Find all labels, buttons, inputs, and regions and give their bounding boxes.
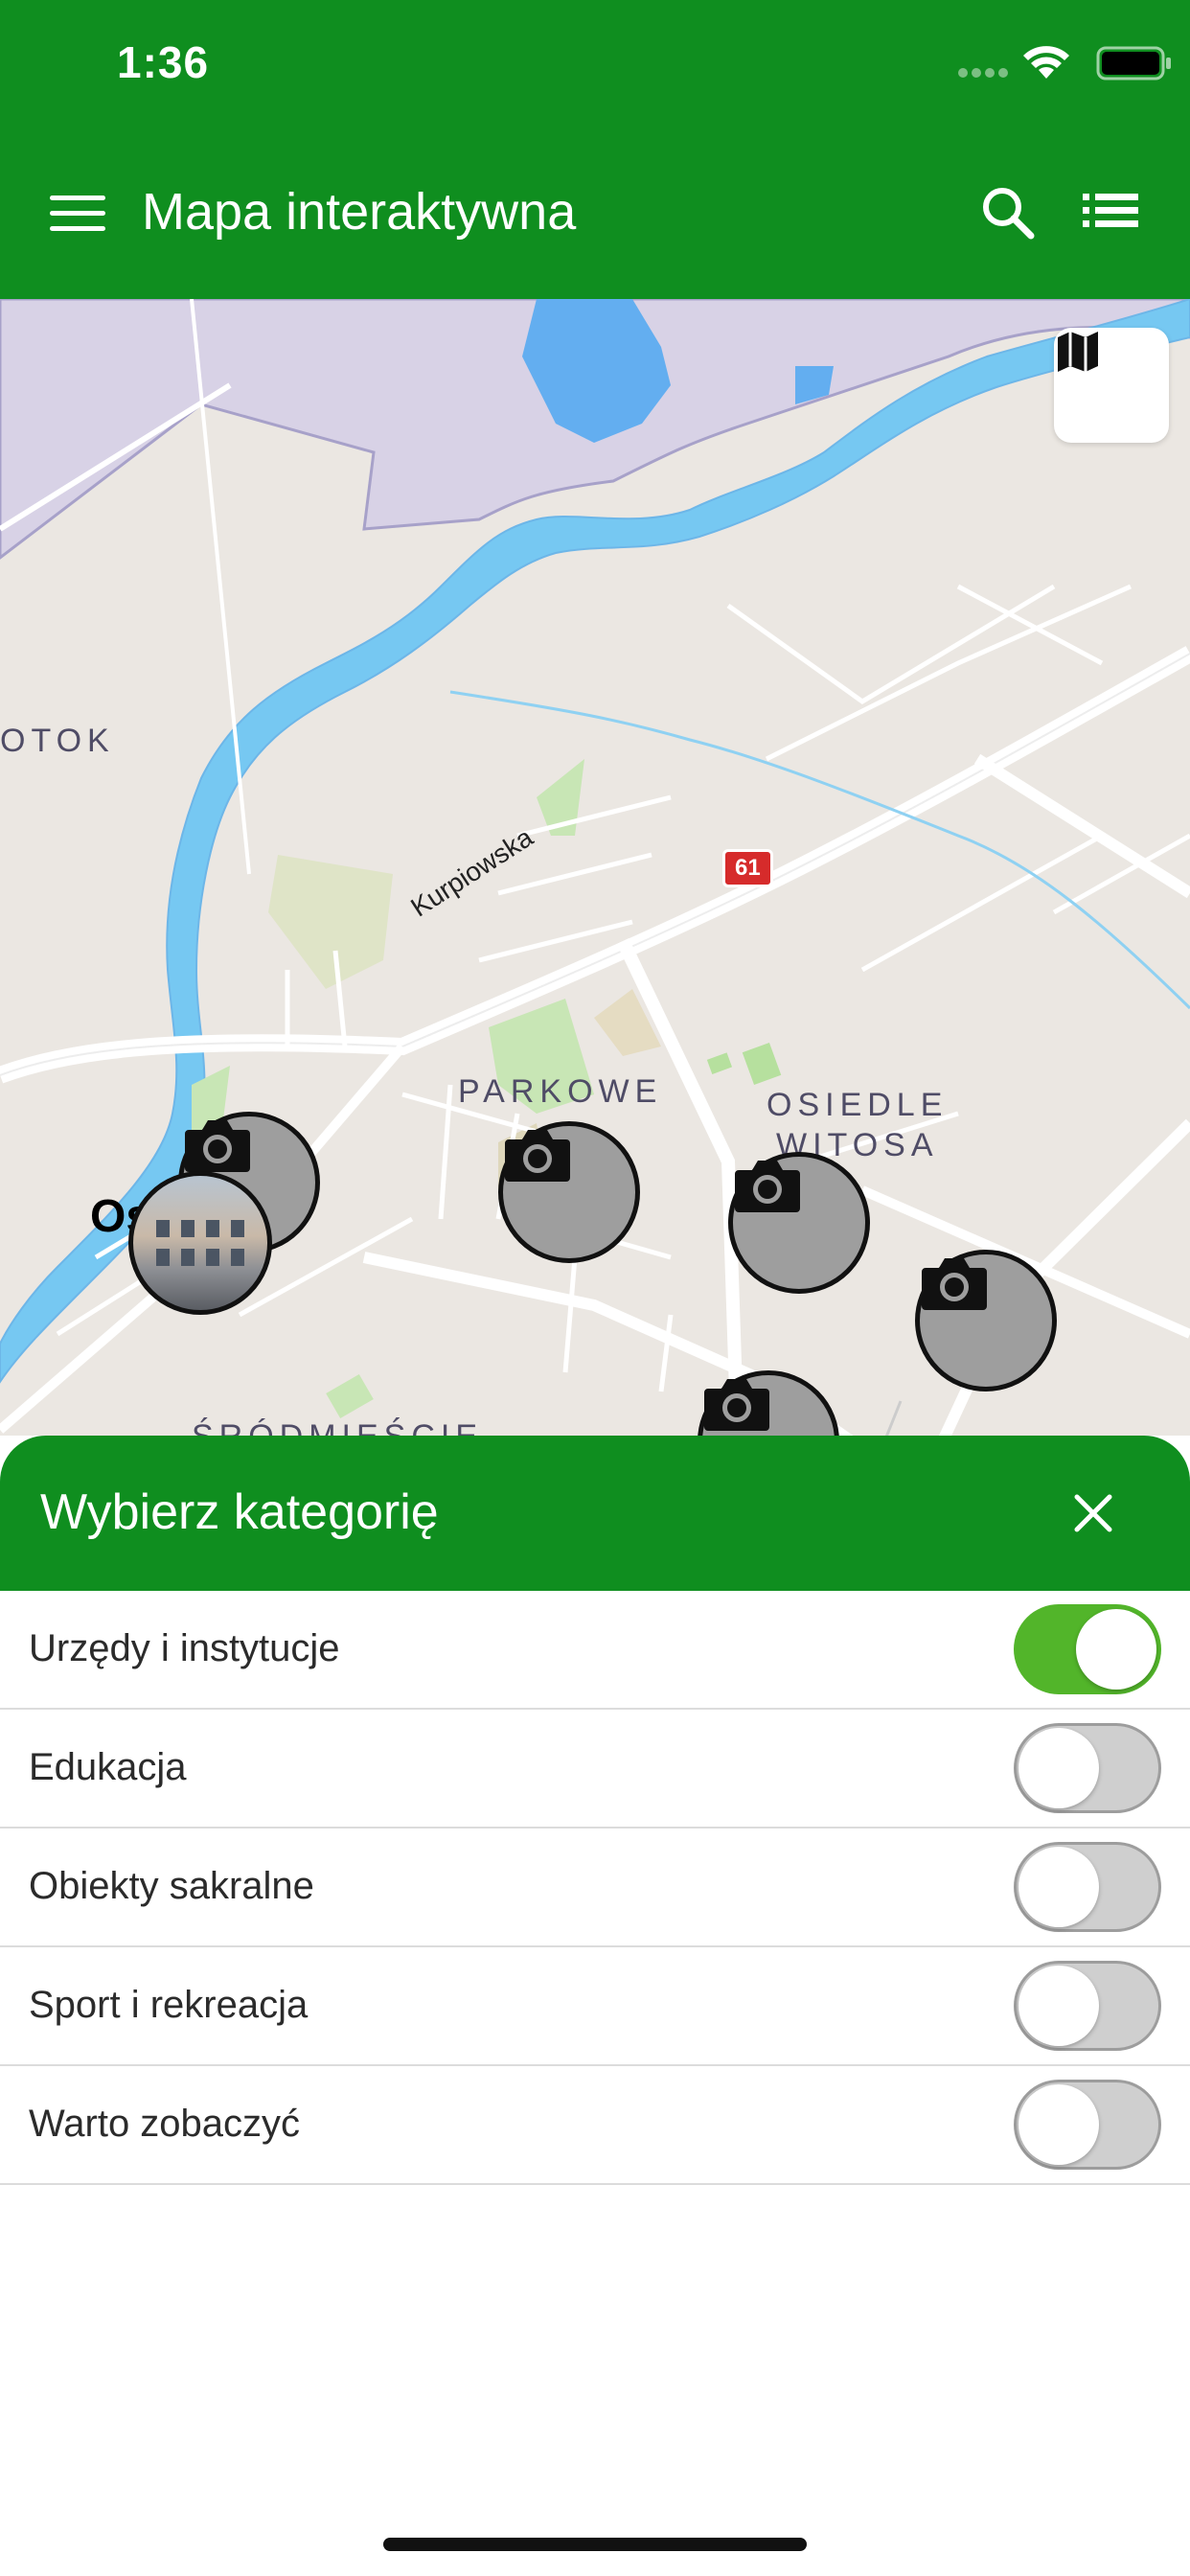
list-item: Urzędy i instytucje	[0, 1591, 1190, 1710]
category-toggle[interactable]	[1014, 1604, 1161, 1694]
home-indicator	[383, 2538, 807, 2551]
camera-icon	[704, 1379, 769, 1431]
status-time: 1:36	[117, 37, 210, 87]
category-label: Sport i rekreacja	[29, 1984, 309, 2026]
category-list: Urzędy i instytucje Edukacja Obiekty sak…	[0, 1591, 1190, 2185]
camera-marker[interactable]	[498, 1121, 640, 1263]
photo-marker[interactable]	[128, 1171, 272, 1315]
app-screen: 1:36 Mapa interaktywna OTOK PARKOWE OSIE…	[0, 0, 1190, 2576]
sheet-title: Wybierz kategorię	[40, 1484, 439, 1540]
list-item: Obiekty sakralne	[0, 1828, 1190, 1947]
battery-icon	[1096, 46, 1171, 80]
category-label: Warto zobaczyć	[29, 2103, 301, 2145]
category-toggle[interactable]	[1014, 2080, 1161, 2170]
camera-icon	[735, 1161, 800, 1212]
sheet-header: Wybierz kategorię	[0, 1436, 1190, 1591]
camera-icon	[922, 1258, 987, 1310]
navigation-row: Mapa interaktywna	[0, 163, 1190, 263]
list-item: Edukacja	[0, 1710, 1190, 1828]
camera-icon	[185, 1120, 250, 1172]
close-icon[interactable]	[1065, 1485, 1121, 1541]
wifi-icon	[1023, 46, 1069, 79]
cellular-signal-icon	[958, 65, 1012, 78]
page-title: Mapa interaktywna	[142, 183, 577, 241]
list-view-icon[interactable]	[1083, 192, 1140, 230]
category-label: Obiekty sakralne	[29, 1865, 314, 1907]
map-label-otok: OTOK	[0, 723, 115, 759]
camera-icon	[505, 1130, 570, 1182]
map-style-button[interactable]	[1054, 328, 1169, 443]
map-label-parkowe: PARKOWE	[458, 1073, 663, 1110]
camera-marker[interactable]	[915, 1250, 1057, 1392]
category-toggle[interactable]	[1014, 1842, 1161, 1932]
category-toggle[interactable]	[1014, 1723, 1161, 1813]
map-icon	[1058, 332, 1098, 372]
map-view[interactable]: OTOK PARKOWE OSIEDLE WITOSA ŚRÓDMIEŚCIE …	[0, 299, 1190, 1449]
top-app-bar: 1:36 Mapa interaktywna	[0, 0, 1190, 299]
road-number-badge: 61	[722, 849, 773, 887]
map-label-osiedle: OSIEDLE	[767, 1087, 949, 1123]
menu-icon[interactable]	[50, 196, 105, 234]
category-toggle[interactable]	[1014, 1961, 1161, 2051]
search-icon[interactable]	[979, 184, 1037, 242]
list-item: Warto zobaczyć	[0, 2066, 1190, 2185]
category-label: Urzędy i instytucje	[29, 1627, 340, 1669]
list-item: Sport i rekreacja	[0, 1947, 1190, 2066]
camera-marker[interactable]	[728, 1152, 870, 1294]
category-sheet: Wybierz kategorię Urzędy i instytucje Ed…	[0, 1436, 1190, 2576]
category-label: Edukacja	[29, 1746, 187, 1788]
